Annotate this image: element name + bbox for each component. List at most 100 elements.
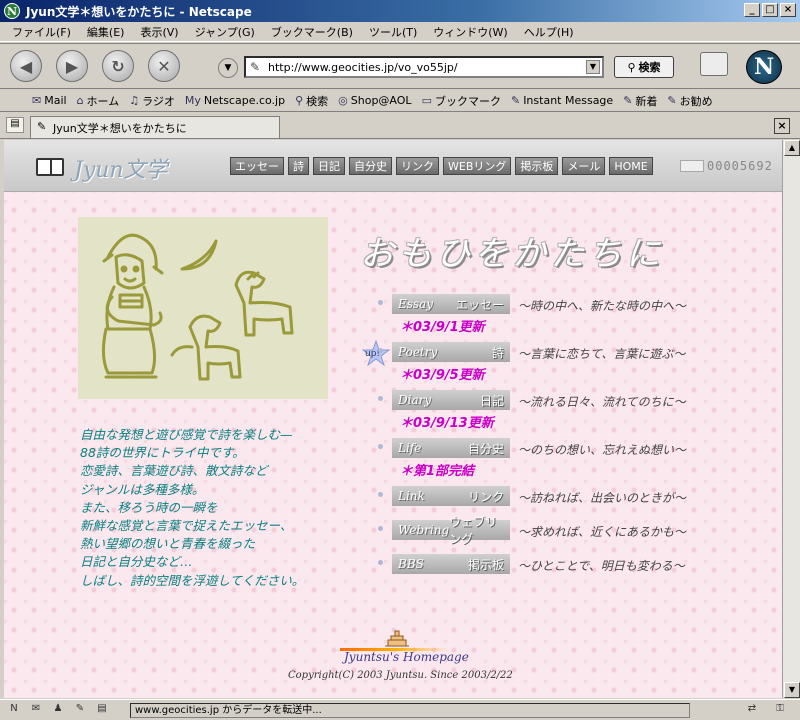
netscape-status-icon[interactable]: N — [6, 703, 22, 717]
close-tab-button[interactable]: × — [774, 118, 790, 134]
link-icon: ✎ — [667, 94, 677, 107]
update-note: ＊第1部完結 — [400, 464, 475, 479]
tab-active[interactable]: ✎ Jyun文学＊想いをかたちに — [30, 116, 280, 138]
section-description: ～のちの想い、忘れえぬ想い～ — [518, 443, 687, 457]
menu-help[interactable]: ヘルプ(H) — [516, 24, 582, 40]
section-description: ～ひとことで、明日も変わる～ — [518, 559, 685, 573]
url-input[interactable]: ✎ http://www.geocities.jp/vo_vo55jp/ ▼ — [244, 56, 604, 78]
window-title-bar[interactable]: N Jyun文学＊想いをかたちに - Netscape _ □ × — [0, 0, 800, 22]
address-book-icon[interactable]: ▤ — [94, 703, 110, 717]
close-button[interactable]: × — [780, 3, 796, 17]
section-row: BBS 掲示板 ～ひとことで、明日も変わる～ — [378, 552, 758, 576]
personal-toolbar-item[interactable]: ◎ Shop@AOL — [338, 94, 411, 107]
personal-toolbar-item[interactable]: ✉ Mail — [32, 94, 67, 107]
intro-line: 88詩の世界にトライ中です。 — [80, 445, 245, 461]
section-link[interactable]: Webring ウェブリング — [392, 515, 510, 546]
menu-view[interactable]: 表示(V) — [132, 24, 186, 40]
back-arrow-icon: ◀ — [19, 56, 33, 76]
counter-value: 00005692 — [707, 159, 773, 173]
illustration-panel — [78, 217, 328, 399]
site-logo[interactable]: Jyun文学 — [74, 152, 168, 184]
section-row: up! Poetry 詩 ～言葉に恋ちて、言葉に遊ぶ～ — [361, 339, 758, 367]
personal-toolbar-label: Netscape.co.jp — [203, 94, 286, 107]
site-nav-button[interactable]: 掲示板 — [515, 157, 559, 175]
mail-icon[interactable]: ✉ — [28, 703, 44, 717]
section-link[interactable]: Link リンク — [392, 486, 510, 506]
bullet-icon — [378, 300, 383, 305]
window-title: Jyun文学＊想いをかたちに - Netscape — [26, 4, 252, 19]
forward-button[interactable]: ▶ — [56, 50, 88, 82]
section-en-label: BBS — [398, 557, 424, 571]
section-row: Diary 日記 ～流れる日々、流れてのちに～ — [378, 388, 758, 412]
minimize-button[interactable]: _ — [744, 3, 760, 17]
intro-text: 自由な発想と遊び感覚で詩を楽しむ— 88詩の世界にトライ中です。 恋愛詩、言葉遊び詩… — [80, 426, 370, 590]
menu-edit[interactable]: 編集(E) — [79, 24, 133, 40]
intro-line: 熱い望郷の想いと青春を綴った — [80, 536, 256, 552]
menu-go[interactable]: ジャンプ(G) — [187, 24, 263, 40]
search-button[interactable]: ⚲ 検索 — [614, 56, 674, 78]
tab-list-icon[interactable]: ▤ — [6, 117, 24, 133]
bullet-icon — [378, 526, 383, 531]
security-icon[interactable]: ⚿ — [772, 703, 788, 717]
section-jp-label: 詩 — [491, 345, 504, 360]
section-description: ～求めれば、近くにあるかも～ — [518, 525, 687, 539]
url-dropdown-button[interactable]: ▼ — [586, 60, 600, 74]
personal-toolbar-item[interactable]: ⌂ ホーム — [77, 93, 120, 109]
intro-line: 自由な発想と遊び感覚で詩を楽しむ— — [80, 427, 293, 442]
section-menu: Essay エッセー ～時の中へ、新たな時の中へ～ ＊03/9/1更新 up! Poetr… — [361, 292, 758, 586]
personal-toolbar-item[interactable]: ✎ お勧め — [667, 93, 712, 109]
history-dropdown[interactable]: ▼ — [218, 58, 238, 78]
maximize-button[interactable]: □ — [762, 3, 778, 17]
personal-toolbar-item[interactable]: My Netscape.co.jp — [185, 94, 285, 107]
section-link[interactable]: Essay エッセー — [392, 294, 510, 314]
site-nav-button[interactable]: 詩 — [288, 157, 309, 175]
netscape-icon: My — [184, 94, 201, 107]
site-nav-button[interactable]: 自分史 — [349, 157, 392, 175]
section-link[interactable]: Life 自分史 — [392, 438, 510, 458]
bookmark-icon: ▭ — [421, 94, 432, 107]
personal-toolbar-item[interactable]: ▭ ブックマーク — [422, 93, 501, 109]
site-nav-button[interactable]: 日記 — [313, 157, 345, 175]
intro-line: 新鮮な感覚と言葉で捉えたエッセー、 — [80, 518, 293, 534]
page-icon: ✎ — [250, 60, 261, 74]
home-icon: ⌂ — [76, 94, 84, 107]
menu-tools[interactable]: ツール(T) — [361, 24, 425, 40]
stop-button[interactable]: ✕ — [148, 50, 180, 82]
site-nav-button[interactable]: リンク — [396, 157, 439, 175]
search-icon: ⚲ — [295, 94, 304, 107]
section-row: Life 自分史 ～のちの想い、忘れえぬ想い～ — [378, 436, 758, 460]
counter-icon — [680, 160, 704, 172]
connection-icon: ⇄ — [747, 703, 757, 714]
composer-icon[interactable]: ✎ — [72, 703, 88, 717]
site-nav-button[interactable]: HOME — [609, 157, 653, 175]
print-icon[interactable] — [700, 52, 728, 76]
personal-toolbar-item[interactable]: ⚲ 検索 — [295, 93, 328, 109]
section-link[interactable]: Poetry 詩 — [392, 342, 510, 362]
search-button-label: 検索 — [638, 61, 661, 74]
netscape-logo[interactable]: N — [746, 50, 782, 84]
menu-file[interactable]: ファイル(F) — [4, 24, 79, 40]
menu-bookmarks[interactable]: ブックマーク(B) — [263, 24, 361, 40]
up-badge: up! — [361, 339, 391, 367]
bullet-icon — [378, 492, 383, 497]
reload-button[interactable]: ↻ — [102, 50, 134, 82]
personal-toolbar: ✉ Mail ⌂ ホーム ♫ ラジオ My Netscape.co.jp ⚲ 検索 ◎ Shop@AO… — [0, 90, 800, 112]
section-description: ～訪ねれば、出会いのときが～ — [518, 491, 687, 505]
section-link[interactable]: BBS 掲示板 — [392, 554, 510, 574]
personal-toolbar-item[interactable]: ✎ 新着 — [623, 93, 657, 109]
page-icon: ✎ — [37, 120, 47, 133]
section-link[interactable]: Diary 日記 — [392, 390, 510, 410]
scroll-up-arrow[interactable]: ▲ — [784, 140, 800, 156]
vertical-scrollbar[interactable]: ▲ ▼ — [782, 140, 800, 698]
scroll-down-arrow[interactable]: ▼ — [784, 682, 800, 698]
section-description: ～言葉に恋ちて、言葉に遊ぶ～ — [518, 347, 686, 361]
site-nav-button[interactable]: エッセー — [230, 157, 284, 175]
site-nav-button[interactable]: メール — [562, 157, 606, 175]
back-button[interactable]: ◀ — [10, 50, 42, 82]
personal-toolbar-item[interactable]: ♫ ラジオ — [129, 93, 175, 109]
personal-toolbar-item[interactable]: ✎ Instant Message — [511, 94, 613, 107]
menu-window[interactable]: ウィンドウ(W) — [425, 24, 515, 40]
aim-icon[interactable]: ♟ — [50, 703, 66, 717]
intro-line: 日記と自分史など… — [80, 554, 193, 570]
site-nav-button[interactable]: WEBリング — [443, 157, 512, 175]
